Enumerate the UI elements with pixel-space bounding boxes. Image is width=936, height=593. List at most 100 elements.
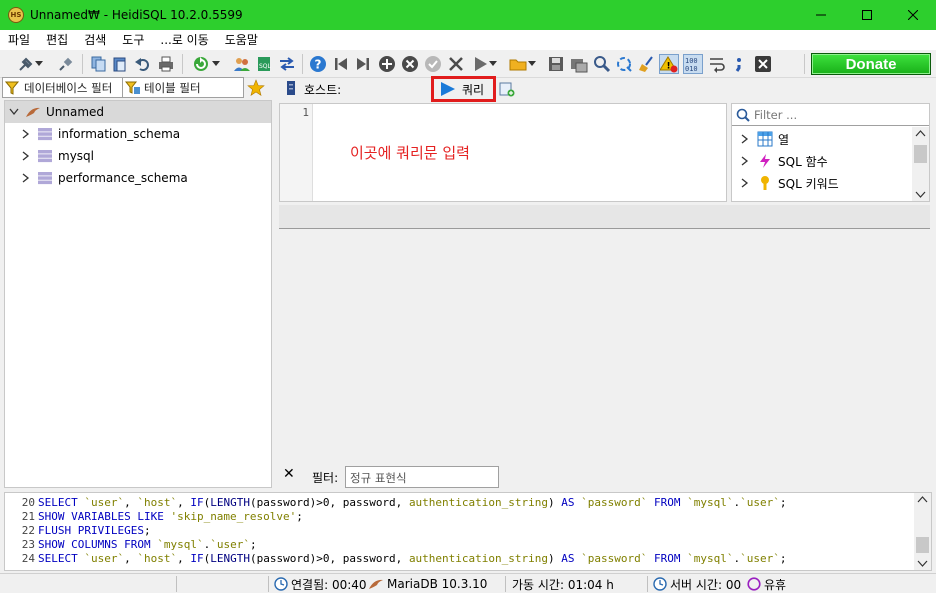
chevron-up-icon[interactable] [914,493,931,507]
minimize-button[interactable] [798,0,844,30]
help-button[interactable]: ? [308,54,328,74]
connected-text: 연결됨: 00:40 [291,577,367,592]
dropdown-arrow-icon [528,61,536,66]
copy-button[interactable] [88,54,108,74]
status-server: MariaDB 10.3.10 [368,576,487,592]
post-record-button[interactable] [423,54,443,74]
run-dropdown[interactable] [488,54,498,74]
connect-button[interactable] [16,54,36,74]
new-query-tab-button[interactable] [499,81,515,97]
export-sql-button[interactable]: SQL [254,54,274,74]
save-as-button[interactable] [569,54,589,74]
open-file-button[interactable] [508,54,528,74]
host-tab-icon[interactable] [286,81,296,95]
funnel-table-icon [125,81,140,94]
menu-tools[interactable]: 도구 [114,30,152,50]
helper-item-columns[interactable]: 열 [741,128,789,150]
close-button[interactable] [890,0,936,30]
editor-splitter-bar[interactable] [279,205,930,229]
menu-search[interactable]: 검색 [76,30,114,50]
query-tab[interactable]: 쿼리 [431,76,496,102]
cancel-button[interactable] [446,54,466,74]
uptime-text: 가동 시간: 01:04 h [512,577,614,592]
tree-root-session[interactable]: Unnamed [5,101,271,123]
helper-scroll-thumb[interactable] [914,145,927,163]
find-button[interactable] [592,54,612,74]
single-statement-button[interactable] [729,54,749,74]
chevron-up-icon[interactable] [912,127,929,141]
menu-edit[interactable]: 편집 [38,30,76,50]
chevron-right-icon[interactable] [741,134,749,144]
print-button[interactable] [156,54,176,74]
favorites-button[interactable] [247,79,265,97]
paste-button[interactable] [110,54,130,74]
helper-filter-input[interactable]: Filter ... [732,104,929,126]
help-icon: ? [310,56,326,72]
play-icon [441,82,455,96]
chevron-down-icon[interactable] [914,556,931,570]
run-query-button[interactable] [470,54,490,74]
first-record-button[interactable] [331,54,351,74]
log-line-number: 20 [21,496,35,509]
log-line-number: 24 [21,552,35,565]
chevron-right-icon[interactable] [741,178,749,188]
table-filter[interactable]: 테이블 필터 [122,77,244,98]
helper-filter-placeholder: Filter ... [754,107,798,122]
last-record-button[interactable] [353,54,373,74]
paste-icon [113,57,126,72]
host-tab-label[interactable]: 호스트: [304,81,341,98]
helper-scrollbar[interactable] [912,127,929,201]
chevron-right-icon[interactable] [19,149,33,163]
close-filter-icon[interactable]: ✕ [283,466,295,482]
sql-token: `user` [84,552,125,565]
stop-button[interactable] [753,54,773,74]
line-gutter: 1 [280,104,313,201]
chevron-right-icon[interactable] [19,171,33,185]
replace-button[interactable] [614,54,634,74]
sql-token: AS [561,552,582,565]
maximize-button[interactable] [844,0,890,30]
format-sql-button[interactable] [637,54,657,74]
binary-toggle[interactable]: 100 010 [683,54,703,74]
sql-log[interactable]: 20 SELECT `user`, `host`, IF(LENGTH(passw… [4,492,932,571]
connect-dropdown[interactable] [34,54,44,74]
open-file-dropdown[interactable] [527,54,537,74]
insert-record-button[interactable] [377,54,397,74]
disconnect-button[interactable] [56,54,76,74]
word-wrap-button[interactable] [707,54,727,74]
save-button[interactable] [546,54,566,74]
menu-help[interactable]: 도움말 [217,30,266,50]
chevron-right-icon[interactable] [19,127,33,141]
donate-button[interactable]: Donate [811,53,931,75]
sync-button[interactable] [277,54,297,74]
plug-icon [19,57,33,71]
helper-item-sql-functions[interactable]: SQL 함수 [741,150,828,172]
idle-text: 유휴 [764,577,787,592]
svg-text:!: ! [667,62,671,72]
user-manager-button[interactable] [232,54,252,74]
tree-item-performance-schema[interactable]: performance_schema [19,167,188,189]
sql-token: LENGTH [210,496,250,509]
clock-icon [653,577,667,591]
clock-icon [274,577,288,591]
result-filter-input[interactable]: 정규 표현식 [345,466,499,488]
tree-item-information-schema[interactable]: information_schema [19,123,180,145]
undo-button[interactable] [133,54,153,74]
warnings-toggle[interactable]: ! [659,54,679,74]
menu-goto[interactable]: ...로 이동 [152,30,216,50]
refresh-dropdown[interactable] [211,54,221,74]
chevron-right-icon[interactable] [741,156,749,166]
database-filter[interactable]: 데이터베이스 필터 [2,77,123,98]
status-separator [176,576,177,592]
delete-record-button[interactable] [400,54,420,74]
x-icon [449,57,463,71]
menu-file[interactable]: 파일 [0,30,38,50]
helper-item-sql-keywords[interactable]: SQL 키워드 [741,172,839,194]
chevron-down-icon[interactable] [912,187,929,201]
query-editor[interactable]: 1 이곳에 쿼리문 입력 [279,103,727,202]
log-scroll-thumb[interactable] [916,537,929,553]
refresh-button[interactable] [191,54,211,74]
log-scrollbar[interactable] [914,493,931,570]
chevron-down-icon[interactable] [7,105,21,119]
tree-item-mysql[interactable]: mysql [19,145,94,167]
